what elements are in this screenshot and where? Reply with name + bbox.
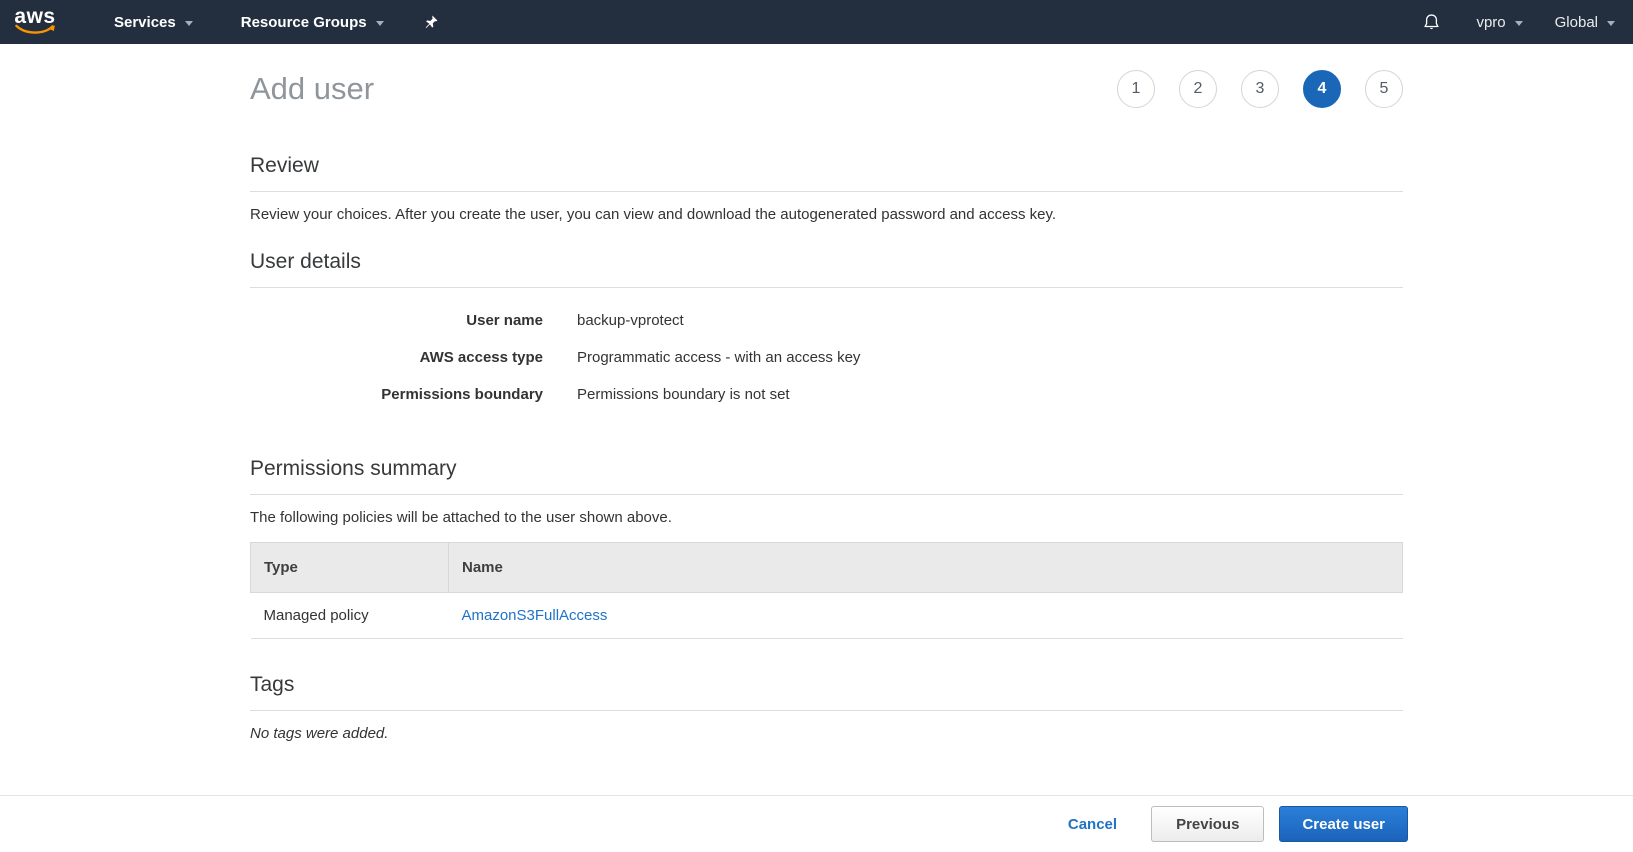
review-heading: Review [250,154,319,177]
divider [250,710,1403,711]
add-user-wizard: Add user 1 2 3 4 5 Review Review your ch… [250,70,1403,742]
wizard-footer: Cancel Previous Create user [0,795,1633,852]
tags-empty-message: No tags were added. [250,725,389,742]
name-column-header: Name [448,542,1403,593]
user-details-section: User details User name backup-vprotect A… [250,250,1403,413]
type-column-header: Type [250,542,449,593]
detail-row-permissions-boundary: Permissions boundary Permissions boundar… [250,376,1403,413]
step-3[interactable]: 3 [1241,70,1279,108]
review-description: Review your choices. After you create th… [250,206,1057,223]
permissions-summary-section: Permissions summary The following polici… [250,457,1403,639]
aws-smile-icon [15,24,55,34]
chevron-down-icon [375,20,384,26]
pin-icon[interactable] [422,14,439,31]
policies-table: Type Name Managed policy AmazonS3FullAcc… [250,542,1403,639]
cancel-button[interactable]: Cancel [1068,816,1117,833]
policies-table-header-row: Type Name [250,542,1403,593]
policy-table-row: Managed policy AmazonS3FullAccess [250,592,1403,639]
bell-icon[interactable] [1421,12,1442,33]
access-type-label: AWS access type [419,349,543,366]
permissions-boundary-value: Permissions boundary is not set [577,386,790,403]
step-1[interactable]: 1 [1117,70,1155,108]
nav-services[interactable]: Services [114,14,193,31]
permissions-description: The following policies will be attached … [250,509,672,526]
divider [250,494,1403,495]
user-name-value: backup-vprotect [577,312,684,329]
user-name-label: User name [466,312,543,329]
chevron-down-icon [1514,20,1523,26]
chevron-down-icon [1607,20,1615,26]
nav-region-label: Global [1554,13,1598,31]
user-details-heading: User details [250,250,361,273]
review-section: Review Review your choices. After you cr… [250,154,1403,223]
detail-row-access-type: AWS access type Programmatic access - wi… [250,339,1403,376]
nav-account-label: vpro [1476,13,1506,31]
navbar-right: vpro Global [1421,12,1615,33]
tags-heading: Tags [250,673,295,696]
nav-resource-groups[interactable]: Resource Groups [241,14,384,31]
chevron-down-icon [184,20,193,26]
previous-button[interactable]: Previous [1151,806,1265,842]
divider [250,287,1403,288]
aws-logo[interactable]: aws [14,6,56,37]
nav-resource-groups-label: Resource Groups [240,13,367,31]
tags-section: Tags No tags were added. [250,673,1403,742]
create-user-button[interactable]: Create user [1279,806,1408,842]
step-5[interactable]: 5 [1365,70,1403,108]
step-indicator: 1 2 3 4 5 [1093,70,1403,108]
policy-type-cell: Managed policy [250,592,449,639]
policy-name-link[interactable]: AmazonS3FullAccess [462,607,608,624]
wizard-header: Add user 1 2 3 4 5 [250,70,1403,108]
divider [250,191,1403,192]
detail-row-user-name: User name backup-vprotect [250,302,1403,339]
permissions-summary-heading: Permissions summary [250,457,457,480]
top-navbar: aws Services Resource Groups vpro Global [0,0,1633,44]
permissions-boundary-label: Permissions boundary [381,386,543,403]
navbar-left: aws Services Resource Groups [14,6,439,37]
policy-name-cell: AmazonS3FullAccess [448,592,1403,639]
user-details-rows: User name backup-vprotect AWS access typ… [250,302,1403,413]
nav-account-menu[interactable]: vpro [1476,13,1523,31]
nav-region-menu[interactable]: Global [1555,14,1615,31]
step-2[interactable]: 2 [1179,70,1217,108]
page-title: Add user [250,71,375,106]
access-type-value: Programmatic access - with an access key [577,349,861,366]
step-4-active[interactable]: 4 [1303,70,1341,108]
nav-services-label: Services [114,13,176,31]
